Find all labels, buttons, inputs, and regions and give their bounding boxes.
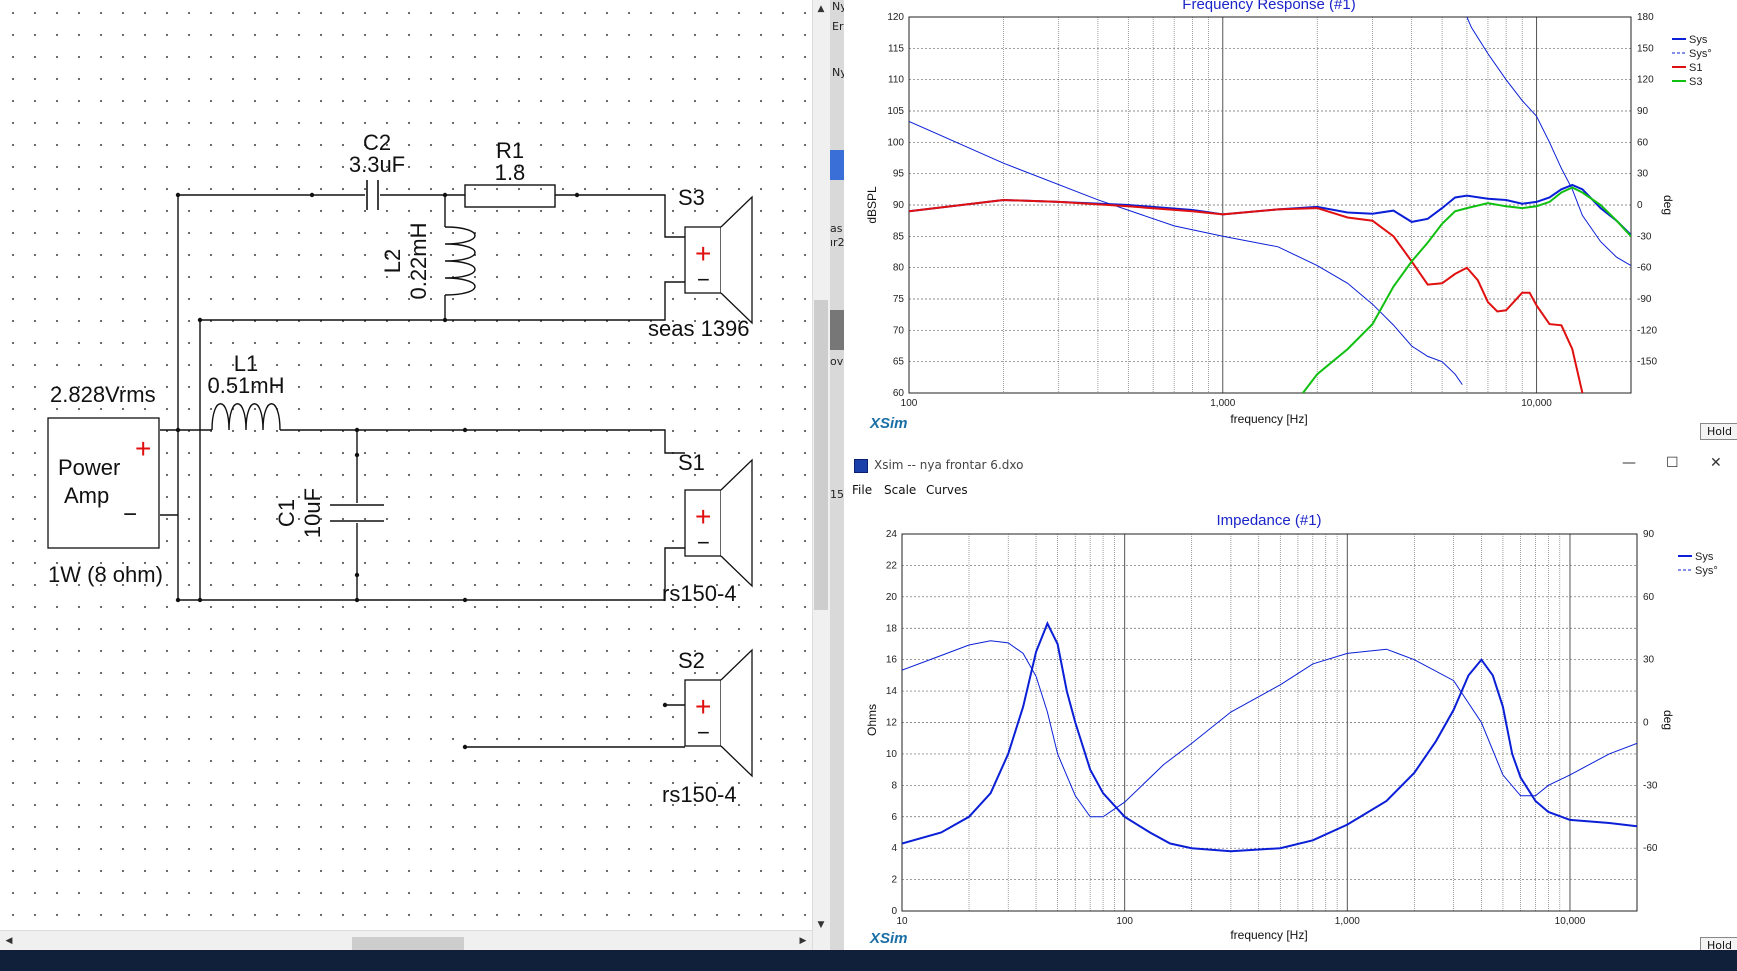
scroll-down-arrow-icon[interactable]: ▼	[814, 918, 828, 932]
imp-y2tick-label: 30	[1643, 655, 1655, 666]
fr-series-s1-line	[909, 198, 1584, 393]
fr-y2tick-label: 150	[1637, 43, 1654, 54]
imp-xsim-logo: XSim	[870, 930, 908, 947]
fr-ytick-label: 65	[893, 357, 905, 368]
imp-ytick-label: 6	[891, 812, 897, 823]
fr-legend-label: S3	[1689, 76, 1702, 88]
maximize-icon[interactable]: ☐	[1666, 455, 1679, 471]
fr-ytick-label: 75	[893, 294, 905, 305]
fr-ytick-label: 110	[888, 75, 904, 86]
fr-y2tick-label: 60	[1637, 137, 1649, 148]
fr-grid	[908, 16, 1632, 394]
imp-ytick-label: 20	[886, 592, 898, 603]
fr-xlabel: frequency [Hz]	[1230, 412, 1307, 426]
fr-y2tick-label: -120	[1637, 325, 1657, 336]
stub-thumbnail	[830, 150, 844, 180]
fr-y2tick-label: 180	[1637, 12, 1654, 23]
imp-xtick-label: 10,000	[1555, 916, 1586, 927]
imp-y2label: deg	[1661, 710, 1675, 730]
imp-ytick-label: 22	[886, 560, 898, 571]
schematic-canvas[interactable]	[0, 0, 830, 950]
window-title: Xsim -- nya frontar 6.dxo	[874, 458, 1024, 472]
stub-text: ır2	[830, 236, 845, 249]
imp-y2tick-label: 60	[1643, 592, 1655, 603]
taskbar	[0, 950, 1737, 971]
fr-ytick-label: 100	[887, 137, 904, 148]
imp-legend-label: Sys	[1695, 551, 1714, 563]
close-icon[interactable]: ✕	[1710, 455, 1722, 471]
imp-ylabel: Ohms	[865, 704, 879, 736]
fr-ytick-label: 70	[893, 325, 905, 336]
imp-grid	[901, 533, 1638, 912]
fr-ytick-label: 90	[893, 200, 905, 211]
imp-ytick-label: 12	[886, 718, 898, 729]
fr-legend-label: Sys°	[1689, 48, 1712, 60]
fr-ytick-label: 95	[893, 169, 905, 180]
vertical-scroll-thumb[interactable]	[814, 300, 828, 610]
fr-y2tick-label: -30	[1637, 231, 1652, 242]
imp-ytick-label: 18	[886, 623, 898, 634]
fr-ytick-label: 85	[893, 231, 905, 242]
imp-ytick-label: 24	[886, 529, 898, 540]
fr-ytick-label: 80	[893, 263, 905, 274]
fr-xtick-label: 1,000	[1210, 398, 1235, 409]
impedance-menubar: File Scale Curves	[844, 480, 1737, 502]
fr-xtick-label: 100	[901, 398, 918, 409]
imp-ytick-label: 8	[891, 780, 897, 791]
imp-ytick-label: 16	[886, 655, 898, 666]
app-icon	[854, 459, 868, 473]
scroll-left-arrow-icon[interactable]: ◀	[2, 934, 16, 948]
fr-ytick-label: 115	[888, 43, 904, 54]
menu-scale[interactable]: Scale	[884, 483, 916, 497]
imp-ytick-label: 10	[886, 749, 898, 760]
fr-ytick-label: 105	[887, 106, 904, 117]
imp-xtick-label: 100	[1116, 916, 1133, 927]
fr-legend-label: Sys	[1689, 34, 1708, 46]
fr-y2tick-label: -60	[1637, 263, 1652, 274]
minimize-icon[interactable]: —	[1622, 455, 1636, 471]
impedance-window-titlebar[interactable]: Xsim -- nya frontar 6.dxo — ☐ ✕	[844, 450, 1737, 480]
fr-ytick-label: 120	[887, 12, 904, 23]
background-window-strip: Ny Er Ny as ır2 ove 150	[830, 0, 851, 971]
imp-y2tick-label: -30	[1643, 780, 1658, 791]
fr-y2tick-label: 30	[1637, 169, 1649, 180]
menu-curves[interactable]: Curves	[926, 483, 968, 497]
frequency-response-chart: Frequency Response (#1) frequency [Hz] d…	[865, 0, 1712, 426]
stub-text: as	[830, 222, 843, 235]
scroll-right-arrow-icon[interactable]: ▶	[796, 934, 810, 948]
imp-legend-label: Sys°	[1695, 565, 1718, 577]
imp-y2tick-label: 90	[1643, 529, 1655, 540]
fr-y2label: deg	[1661, 195, 1675, 215]
fr-legend-label: S1	[1689, 62, 1702, 74]
fr-y2tick-label: -150	[1637, 357, 1657, 368]
horizontal-scroll-thumb[interactable]	[352, 937, 464, 950]
imp-xtick-label: 1,000	[1335, 916, 1360, 927]
fr-y2tick-label: 0	[1637, 200, 1643, 211]
imp-ytick-label: 4	[891, 843, 897, 854]
stub-text: Er	[832, 20, 844, 33]
fr-ylabel: dBSPL	[865, 186, 879, 224]
fr-y2tick-label: 120	[1637, 75, 1654, 86]
fr-y2tick-label: -90	[1637, 294, 1652, 305]
imp-series-sys-phase-line	[902, 640, 1637, 818]
imp-y2tick-label: -60	[1643, 843, 1658, 854]
stub-thumbnail	[830, 310, 844, 350]
imp-ytick-label: 2	[891, 875, 897, 886]
imp-series-sys-line	[902, 621, 1637, 853]
imp-y2tick-label: 0	[1643, 718, 1649, 729]
imp-chart-title: Impedance (#1)	[1216, 512, 1321, 529]
fr-xtick-label: 10,000	[1521, 398, 1552, 409]
fr-chart-title: Frequency Response (#1)	[1182, 0, 1355, 13]
imp-xtick-label: 10	[896, 916, 908, 927]
scroll-up-arrow-icon[interactable]: ▲	[814, 2, 828, 16]
imp-xlabel: frequency [Hz]	[1230, 928, 1307, 942]
impedance-chart: Impedance (#1) frequency [Hz] Ohms deg 0…	[865, 512, 1718, 942]
menu-file[interactable]: File	[852, 483, 872, 497]
fr-xsim-logo: XSim	[870, 415, 908, 432]
fr-hold-button[interactable]: Hold	[1700, 423, 1737, 440]
fr-y2tick-label: 90	[1637, 106, 1649, 117]
imp-ytick-label: 14	[886, 686, 898, 697]
